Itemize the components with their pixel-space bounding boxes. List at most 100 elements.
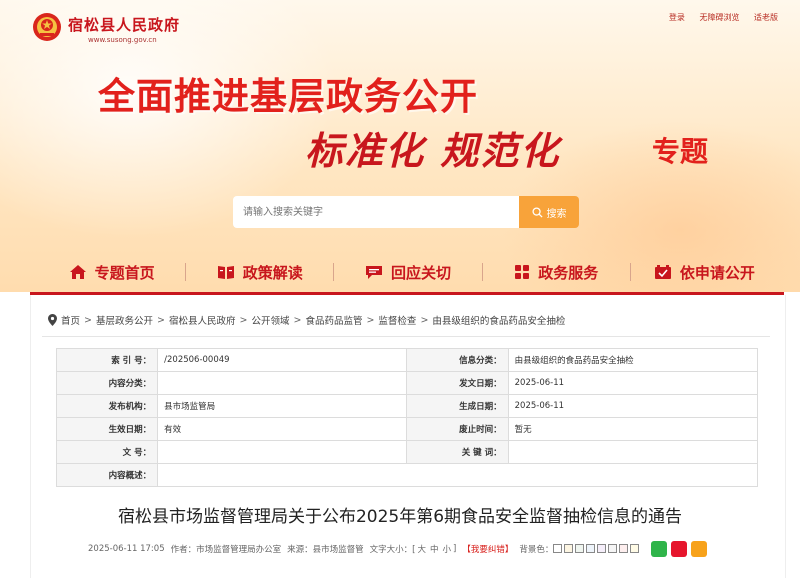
bg-color-swatch[interactable] xyxy=(597,544,607,553)
bg-color-swatch[interactable] xyxy=(619,544,629,553)
error-report-link[interactable]: 【我要纠错】 xyxy=(462,543,513,555)
nav-label: 专题首页 xyxy=(94,263,155,282)
breadcrumb: 首页 > 基层政务公开 > 宿松县人民政府 > 公开领域 > 食品药品监管 > … xyxy=(48,313,565,327)
table-row: 发布机构： 县市场监管局 生成日期： 2025-06-11 xyxy=(55,394,759,418)
field-value xyxy=(157,440,408,464)
login-link[interactable]: 登录 xyxy=(669,13,685,22)
field-label: 索 引 号： xyxy=(55,348,159,372)
font-size-large[interactable]: 大 xyxy=(417,543,426,555)
breadcrumb-home[interactable]: 首页 xyxy=(61,313,80,327)
banner-topic-label: 专题 xyxy=(652,135,709,168)
font-size-end: ] xyxy=(453,544,457,554)
bg-color-swatch[interactable] xyxy=(586,544,596,553)
elderly-mode-link[interactable]: 适老版 xyxy=(754,13,778,22)
field-label: 废止时间： xyxy=(406,417,509,441)
field-value: 县市场监管局 xyxy=(157,394,408,418)
breadcrumb-separator: > xyxy=(420,314,429,326)
nav-disclosure-on-request[interactable]: 依申请公开 xyxy=(631,262,778,283)
grid-icon xyxy=(515,265,530,279)
field-value: /202506-00049 xyxy=(157,348,408,372)
checkbox-icon xyxy=(654,265,671,279)
field-value xyxy=(507,440,759,464)
nav-label: 政务服务 xyxy=(538,263,599,282)
banner-headline: 全面推进基层政务公开 xyxy=(98,75,478,118)
banner-slogan: 标准化 规范化 xyxy=(305,128,561,173)
location-pin-icon xyxy=(48,314,57,326)
breadcrumb-inspection[interactable]: 监督检查 xyxy=(378,313,416,327)
field-label: 关 键 词： xyxy=(406,440,509,464)
field-value: 暂无 xyxy=(507,417,759,441)
qzone-share-icon[interactable] xyxy=(691,541,708,557)
nav-label: 政策解读 xyxy=(242,263,303,282)
field-value: 有效 xyxy=(157,417,408,441)
field-label: 生效日期： xyxy=(55,417,159,441)
top-links: 登录 无障碍浏览 适老版 xyxy=(657,12,778,23)
breadcrumb-separator: > xyxy=(366,314,375,326)
share-buttons xyxy=(647,541,708,557)
nav-policy-interpretation[interactable]: 政策解读 xyxy=(186,262,333,283)
breadcrumb-basic-disclosure[interactable]: 基层政务公开 xyxy=(96,313,153,327)
search-button[interactable]: 搜索 xyxy=(519,196,579,228)
table-row: 内容概述： xyxy=(55,463,758,487)
field-label: 内容分类： xyxy=(55,371,159,395)
table-row: 内容分类： 发文日期： 2025-06-11 xyxy=(55,371,759,395)
bg-color-swatch[interactable] xyxy=(575,544,585,553)
wechat-share-icon[interactable] xyxy=(651,541,668,557)
bg-color-label: 背景色： xyxy=(519,545,554,555)
chat-icon xyxy=(366,266,382,279)
field-label: 内容概述： xyxy=(55,463,159,487)
site-url: www.susong.gov.cn xyxy=(88,36,157,44)
document-info-table: 索 引 号： /202506-00049 信息分类： 由县级组织的食品药品安全抽… xyxy=(55,348,759,487)
nav-topic-home[interactable]: 专题首页 xyxy=(38,262,185,283)
table-row: 生效日期： 有效 废止时间： 暂无 xyxy=(55,417,759,441)
bg-color-swatch[interactable] xyxy=(553,544,563,553)
search-bar: 搜索 xyxy=(233,196,579,228)
font-size-label: 文字大小：[ xyxy=(369,545,416,555)
accessibility-link[interactable]: 无障碍浏览 xyxy=(699,13,739,22)
breadcrumb-current[interactable]: 由县级组织的食品药品安全抽检 xyxy=(432,313,565,327)
main-nav: 专题首页 政策解读 回应关切 政务服务 依申请公开 xyxy=(38,252,778,292)
breadcrumb-public-domain[interactable]: 公开领域 xyxy=(251,313,289,327)
article-meta: 2025-06-11 17:05 作者：市场监督管理局办公室 来源：县市场监督管… xyxy=(88,541,708,557)
search-input[interactable] xyxy=(233,196,519,228)
bg-color-swatch[interactable] xyxy=(630,544,640,553)
breadcrumb-divider xyxy=(42,336,770,337)
table-row: 索 引 号： /202506-00049 信息分类： 由县级组织的食品药品安全抽… xyxy=(55,348,759,372)
breadcrumb-separator: > xyxy=(239,314,248,326)
breadcrumb-county-government[interactable]: 宿松县人民政府 xyxy=(169,313,236,327)
field-value xyxy=(157,463,758,487)
book-icon xyxy=(217,266,234,279)
field-value xyxy=(157,371,408,395)
national-emblem-icon xyxy=(33,13,61,41)
field-value: 2025-06-11 xyxy=(507,394,759,418)
breadcrumb-separator: > xyxy=(84,314,92,326)
nav-label: 回应关切 xyxy=(391,263,452,282)
weibo-share-icon[interactable] xyxy=(671,541,688,557)
article-source: 来源：县市场监督管 xyxy=(287,545,364,555)
nav-government-services[interactable]: 政务服务 xyxy=(483,262,630,283)
publish-date: 2025-06-11 17:05 xyxy=(88,544,165,554)
nav-label: 依申请公开 xyxy=(679,263,755,282)
field-label: 信息分类： xyxy=(406,348,509,372)
field-value: 2025-06-11 xyxy=(507,371,759,395)
field-label: 发文日期： xyxy=(406,371,509,395)
breadcrumb-separator: > xyxy=(157,314,165,326)
breadcrumb-food-drug[interactable]: 食品药品监管 xyxy=(305,313,362,327)
site-name[interactable]: 宿松县人民政府 xyxy=(68,14,180,35)
bg-color-options xyxy=(553,544,641,554)
breadcrumb-separator: > xyxy=(293,314,302,326)
banner: 宿松县人民政府 www.susong.gov.cn 登录 无障碍浏览 适老版 全… xyxy=(0,0,800,292)
home-icon xyxy=(69,265,86,279)
bg-color-swatch[interactable] xyxy=(608,544,618,553)
field-value: 由县级组织的食品药品安全抽检 xyxy=(507,348,759,372)
field-label: 发布机构： xyxy=(55,394,159,418)
font-size-small[interactable]: 小 xyxy=(443,543,452,555)
font-size-medium[interactable]: 中 xyxy=(430,543,439,555)
nav-response-concerns[interactable]: 回应关切 xyxy=(334,262,481,283)
search-icon xyxy=(531,206,543,218)
search-button-label: 搜索 xyxy=(546,208,567,220)
table-row: 文 号： 关 键 词： xyxy=(55,440,759,464)
article-title: 宿松县市场监督管理局关于公布2025年第6期食品安全监督抽检信息的通告 xyxy=(117,507,683,527)
bg-color-swatch[interactable] xyxy=(564,544,574,553)
field-label: 文 号： xyxy=(55,440,159,464)
